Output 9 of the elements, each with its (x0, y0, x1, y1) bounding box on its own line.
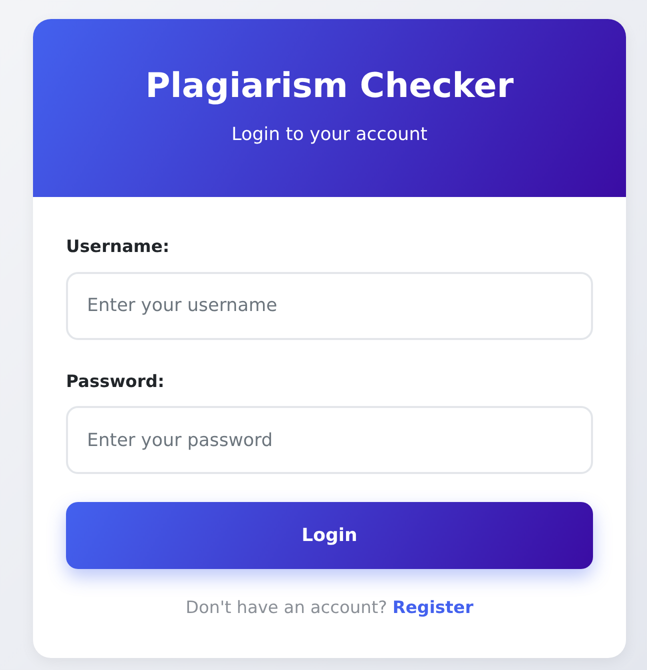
field-label: Username: (66, 236, 170, 259)
app-title: Plagiarism Checker (145, 68, 514, 106)
footer-text: Don't have an account? (186, 598, 388, 618)
login-button[interactable]: Login (66, 502, 593, 569)
register-link[interactable]: Register (392, 598, 474, 618)
field-label: Password: (66, 370, 164, 394)
subtitle: Login to your account (232, 123, 428, 148)
input-field[interactable]: Enter your username (66, 272, 593, 340)
input-field[interactable]: Enter your password (66, 406, 593, 474)
